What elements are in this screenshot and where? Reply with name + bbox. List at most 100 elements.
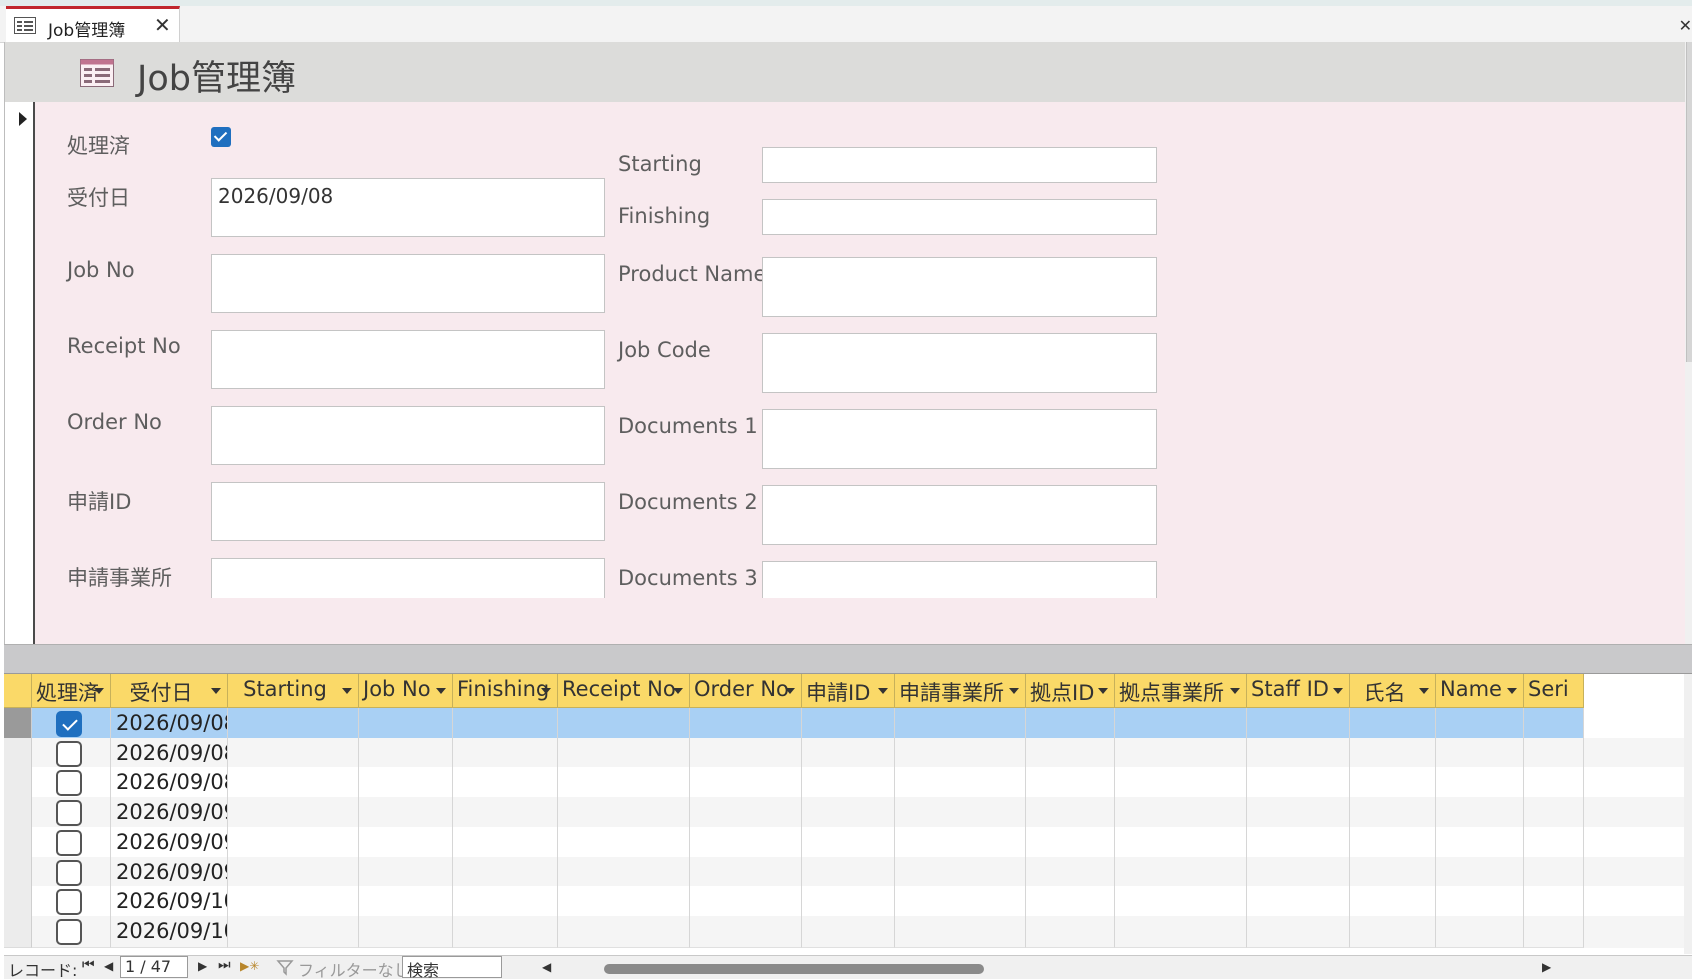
scroll-left-icon[interactable]: ◀ [542, 960, 551, 974]
tab-close-icon[interactable]: ✕ [154, 13, 171, 37]
column-header[interactable]: 処理済 [32, 674, 111, 708]
table-row[interactable]: 2026/09/08 [4, 767, 1688, 800]
dropdown-arrow-icon[interactable] [94, 688, 104, 694]
date-cell[interactable]: 2026/09/10 [111, 915, 228, 948]
order-no-field[interactable] [211, 406, 605, 465]
data-cell[interactable] [453, 826, 558, 859]
starting-field[interactable] [762, 147, 1157, 183]
date-cell[interactable]: 2026/09/10 [111, 886, 228, 919]
row-selector[interactable] [4, 737, 32, 770]
receipt-no-field[interactable] [211, 330, 605, 389]
data-cell[interactable] [228, 737, 359, 770]
data-cell[interactable] [1436, 826, 1524, 859]
data-cell[interactable] [453, 708, 558, 740]
finishing-field[interactable] [762, 199, 1157, 235]
data-cell[interactable] [895, 767, 1026, 800]
processed-cell[interactable] [32, 915, 111, 948]
data-cell[interactable] [1350, 856, 1436, 889]
data-cell[interactable] [1524, 886, 1584, 919]
form-scroll-thumb[interactable] [1686, 42, 1692, 362]
data-cell[interactable] [895, 737, 1026, 770]
data-cell[interactable] [1115, 767, 1247, 800]
data-cell[interactable] [1436, 767, 1524, 800]
data-cell[interactable] [359, 797, 453, 830]
data-cell[interactable] [1026, 708, 1115, 740]
data-cell[interactable] [1350, 915, 1436, 948]
form-vertical-scrollbar[interactable] [1685, 42, 1692, 644]
processed-checkbox[interactable] [56, 740, 82, 767]
data-cell[interactable] [359, 767, 453, 800]
data-cell[interactable] [895, 886, 1026, 919]
data-cell[interactable] [1026, 767, 1115, 800]
dropdown-arrow-icon[interactable] [1098, 688, 1108, 694]
data-cell[interactable] [1524, 826, 1584, 859]
data-cell[interactable] [1247, 708, 1350, 740]
data-cell[interactable] [1350, 737, 1436, 770]
column-header[interactable]: Seri [1524, 674, 1584, 708]
data-cell[interactable] [895, 915, 1026, 948]
dropdown-arrow-icon[interactable] [436, 688, 446, 694]
record-selector[interactable] [5, 102, 35, 644]
current-record-box[interactable]: 1 / 47 [120, 956, 188, 978]
data-cell[interactable] [1350, 826, 1436, 859]
data-cell[interactable] [1115, 826, 1247, 859]
data-cell[interactable] [1436, 737, 1524, 770]
dropdown-arrow-icon[interactable] [673, 688, 683, 694]
data-cell[interactable] [802, 886, 895, 919]
previous-record-icon[interactable]: ◀ [104, 959, 113, 973]
table-row[interactable]: 2026/09/08 [4, 737, 1688, 770]
first-record-icon[interactable]: ⏮ [82, 957, 95, 973]
data-cell[interactable] [359, 737, 453, 770]
filter-status[interactable]: フィルターなし [298, 957, 410, 979]
data-cell[interactable] [453, 886, 558, 919]
data-cell[interactable] [802, 915, 895, 948]
row-selector[interactable] [4, 708, 32, 740]
row-selector[interactable] [4, 886, 32, 919]
table-row[interactable]: 2026/09/10 [4, 915, 1688, 948]
data-cell[interactable] [1115, 856, 1247, 889]
column-header[interactable]: 申請ID [802, 674, 895, 708]
processed-cell[interactable] [32, 767, 111, 800]
data-cell[interactable] [690, 826, 802, 859]
datasheet-vertical-scrollbar[interactable] [1684, 674, 1692, 954]
column-header[interactable]: 氏名 [1350, 674, 1436, 708]
data-cell[interactable] [1026, 797, 1115, 830]
dropdown-arrow-icon[interactable] [1419, 688, 1429, 694]
column-header[interactable]: 拠点事業所 [1115, 674, 1247, 708]
data-cell[interactable] [558, 797, 690, 830]
date-cell[interactable]: 2026/09/09 [111, 826, 228, 859]
data-cell[interactable] [1247, 915, 1350, 948]
received-date-field[interactable]: 2026/09/08 [211, 178, 605, 237]
data-cell[interactable] [690, 856, 802, 889]
data-cell[interactable] [802, 737, 895, 770]
select-all-corner[interactable] [4, 674, 32, 708]
dropdown-arrow-icon[interactable] [1507, 688, 1517, 694]
next-record-icon[interactable]: ▶ [198, 959, 207, 973]
data-cell[interactable] [802, 826, 895, 859]
column-header[interactable]: 拠点ID [1026, 674, 1115, 708]
data-cell[interactable] [690, 767, 802, 800]
dropdown-arrow-icon[interactable] [1230, 688, 1240, 694]
data-cell[interactable] [1524, 737, 1584, 770]
data-cell[interactable] [1350, 708, 1436, 740]
date-cell[interactable]: 2026/09/09 [111, 797, 228, 830]
dropdown-arrow-icon[interactable] [1333, 688, 1343, 694]
processed-cell[interactable] [32, 797, 111, 830]
job-no-field[interactable] [211, 254, 605, 313]
application-id-field[interactable] [211, 482, 605, 541]
data-cell[interactable] [453, 856, 558, 889]
data-cell[interactable] [895, 708, 1026, 740]
data-cell[interactable] [1524, 915, 1584, 948]
column-header[interactable]: Order No [690, 674, 802, 708]
date-cell[interactable]: 2026/09/08 [111, 708, 228, 740]
last-record-icon[interactable]: ⏭ [218, 957, 231, 973]
processed-cell[interactable] [32, 856, 111, 889]
data-cell[interactable] [1247, 856, 1350, 889]
data-cell[interactable] [1247, 886, 1350, 919]
window-close-icon[interactable]: ✕ [1679, 16, 1692, 35]
column-header[interactable]: Receipt No [558, 674, 690, 708]
processed-checkbox[interactable] [56, 859, 82, 886]
sort-filter-icon[interactable] [211, 688, 221, 694]
data-cell[interactable] [802, 797, 895, 830]
data-cell[interactable] [1115, 737, 1247, 770]
